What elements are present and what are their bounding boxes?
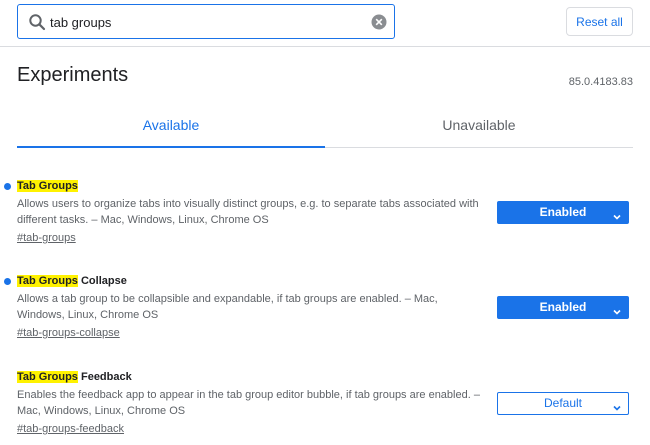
experiment-tab-groups-collapse: Tab Groups Collapse Allows a tab group t… — [4, 274, 633, 341]
dropdown-selected-value: Default — [543, 396, 583, 410]
chevron-down-icon — [612, 303, 622, 315]
search-input[interactable] — [50, 11, 350, 33]
modified-indicator-dot — [4, 278, 11, 285]
search-match-highlight: Tab Groups — [17, 275, 78, 287]
tab-unavailable[interactable]: Unavailable — [325, 103, 633, 148]
experiment-description: Enables the feedback app to appear in th… — [17, 389, 480, 417]
search-match-highlight: Tab Groups — [17, 180, 78, 192]
experiment-description: Allows a tab group to be collapsible and… — [17, 293, 438, 321]
dropdown-selected-value: Enabled — [539, 300, 587, 314]
search-box[interactable] — [17, 4, 395, 39]
chevron-down-icon — [612, 208, 622, 220]
tab-bar: Available Unavailable — [17, 103, 633, 148]
version-label: 85.0.4183.83 — [568, 76, 633, 88]
modified-indicator-dot — [4, 183, 11, 190]
experiment-state-dropdown[interactable]: Default — [497, 392, 629, 415]
chevron-down-icon — [612, 399, 622, 411]
experiment-name: Tab Groups Feedback — [17, 370, 633, 385]
reset-all-button[interactable]: Reset all — [566, 7, 633, 36]
page-title: Experiments — [17, 64, 129, 86]
experiment-link[interactable]: #tab-groups-collapse — [17, 325, 120, 341]
experiment-tab-groups: Tab Groups Allows users to organize tabs… — [4, 179, 633, 246]
dropdown-selected-value: Enabled — [539, 205, 587, 219]
experiment-name: Tab Groups — [17, 179, 633, 194]
search-match-highlight: Tab Groups — [17, 371, 78, 383]
clear-search-icon[interactable] — [371, 14, 387, 30]
experiment-link[interactable]: #tab-groups — [17, 230, 76, 246]
experiment-name: Tab Groups Collapse — [17, 274, 633, 289]
experiment-name-rest: Feedback — [77, 371, 132, 383]
tab-available[interactable]: Available — [17, 103, 325, 148]
experiment-name-rest: Collapse — [77, 275, 127, 287]
search-icon — [28, 13, 46, 31]
top-bar: Reset all — [0, 0, 650, 47]
experiment-state-dropdown[interactable]: Enabled — [497, 296, 629, 319]
experiment-description: Allows users to organize tabs into visua… — [17, 198, 479, 226]
experiment-state-dropdown[interactable]: Enabled — [497, 201, 629, 224]
experiment-link[interactable]: #tab-groups-feedback — [17, 421, 124, 437]
experiment-tab-groups-feedback: Tab Groups Feedback Enables the feedback… — [17, 370, 633, 437]
